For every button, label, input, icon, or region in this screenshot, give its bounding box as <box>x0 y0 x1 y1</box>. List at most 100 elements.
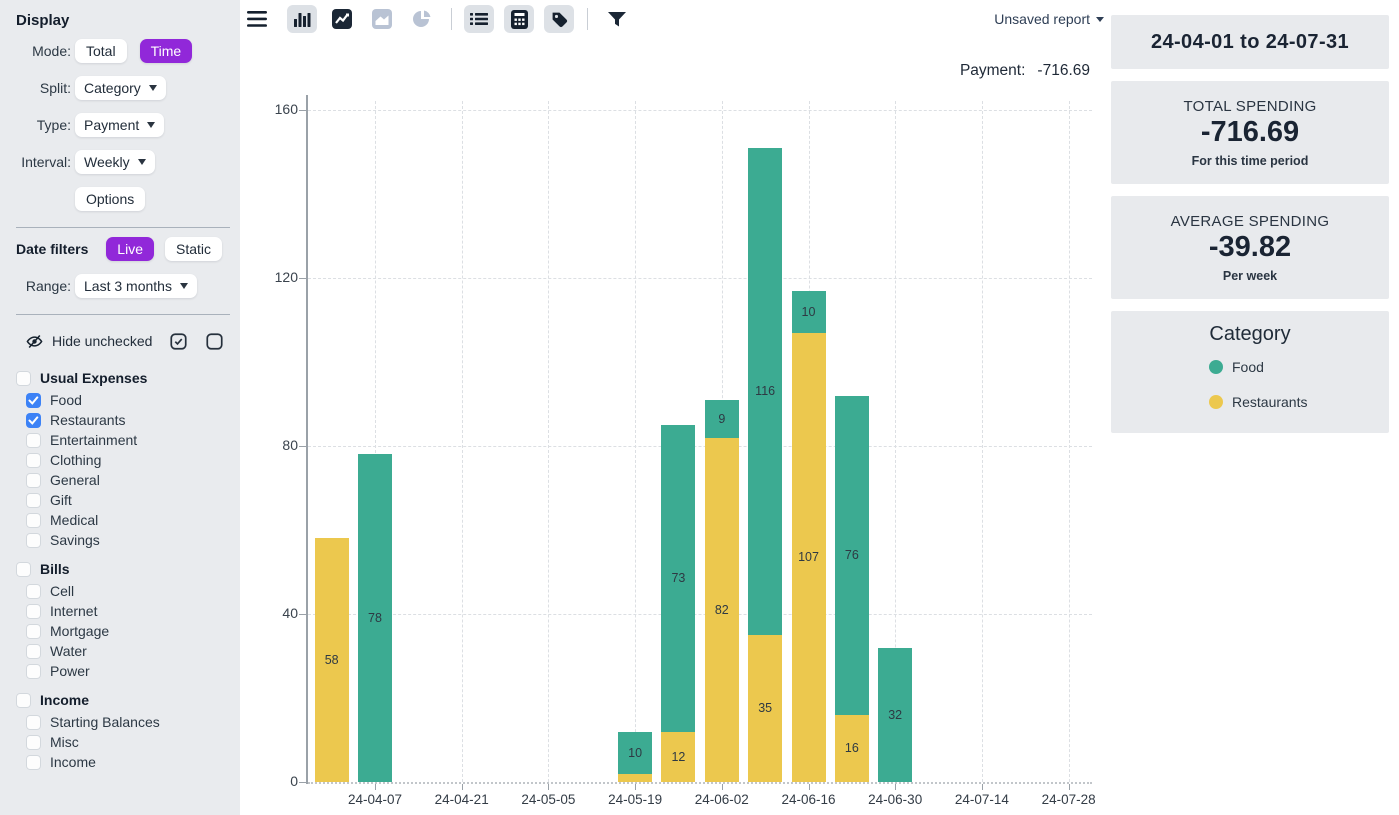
report-menu[interactable]: Unsaved report <box>994 11 1111 27</box>
category-checkbox-row[interactable]: Restaurants <box>0 410 240 430</box>
bar-stack[interactable]: 10 107 <box>792 291 826 782</box>
category-checkbox-row[interactable]: Entertainment <box>0 430 240 450</box>
list-icon[interactable] <box>464 5 494 33</box>
category-checkbox-row[interactable]: General <box>0 470 240 490</box>
range-select[interactable]: Last 3 months <box>75 274 197 298</box>
mode-total-button[interactable]: Total <box>75 39 127 63</box>
bar-chart-icon[interactable] <box>287 5 317 33</box>
type-select[interactable]: Payment <box>75 113 164 137</box>
category-checkbox-row[interactable]: Clothing <box>0 450 240 470</box>
options-button[interactable]: Options <box>75 187 145 211</box>
bar-segment-food[interactable]: 9 <box>705 400 739 438</box>
checkbox-unchecked[interactable] <box>26 584 41 599</box>
pie-chart-icon[interactable] <box>407 5 437 33</box>
category-checkbox-row[interactable]: Mortgage <box>0 621 240 641</box>
checkbox-unchecked[interactable] <box>26 493 41 508</box>
toolbar-divider <box>451 8 452 30</box>
category-checkbox-row[interactable]: Savings <box>0 530 240 550</box>
category-checkbox-row[interactable]: Water <box>0 641 240 661</box>
checkbox-unchecked[interactable] <box>16 371 31 386</box>
bar-segment-restaurants[interactable]: 82 <box>705 438 739 782</box>
checkbox-unchecked[interactable] <box>26 715 41 730</box>
range-label: Range: <box>0 278 75 294</box>
bar-segment-restaurants[interactable]: 35 <box>748 635 782 782</box>
checkbox-unchecked[interactable] <box>26 453 41 468</box>
category-group-label: Income <box>40 692 89 708</box>
split-row: Split: Category <box>0 76 240 100</box>
bar-segment-restaurants[interactable]: 58 <box>315 538 349 782</box>
category-group-row[interactable]: Income <box>0 688 240 712</box>
checkbox-unchecked[interactable] <box>26 604 41 619</box>
checkbox-checked[interactable] <box>26 393 41 408</box>
bar-stack[interactable]: 7312 <box>661 425 695 782</box>
category-checkbox-row[interactable]: Income <box>0 752 240 772</box>
checkbox-unchecked[interactable] <box>26 513 41 528</box>
y-axis-label: 80 <box>258 437 298 453</box>
checkbox-unchecked[interactable] <box>26 735 41 750</box>
bar-stack[interactable]: 58 <box>315 538 349 782</box>
toolbar-divider <box>587 8 588 30</box>
bar-stack[interactable]: 76 16 <box>835 396 869 782</box>
bar-segment-restaurants[interactable]: 12 <box>661 732 695 782</box>
category-checkbox-row[interactable]: Internet <box>0 601 240 621</box>
checkbox-unchecked[interactable] <box>16 693 31 708</box>
checkbox-unchecked[interactable] <box>16 562 31 577</box>
bar-value-label: 58 <box>325 653 339 667</box>
bar-segment-food[interactable]: 78 <box>358 454 392 782</box>
check-all-button[interactable] <box>170 333 187 350</box>
bar-segment-food[interactable]: 73 <box>661 425 695 732</box>
bar-segment-food[interactable]: 32 <box>878 648 912 782</box>
calculator-icon[interactable] <box>504 5 534 33</box>
category-checkbox-row[interactable]: Misc <box>0 732 240 752</box>
category-group-row[interactable]: Usual Expenses <box>0 366 240 390</box>
checkbox-unchecked[interactable] <box>26 433 41 448</box>
filter-icon[interactable] <box>602 5 632 33</box>
category-checkbox-row[interactable]: Starting Balances <box>0 712 240 732</box>
checkbox-checked[interactable] <box>26 413 41 428</box>
menu-icon[interactable] <box>242 5 272 33</box>
checkbox-unchecked[interactable] <box>26 644 41 659</box>
bar-segment-food[interactable]: 116 <box>748 148 782 635</box>
divider <box>16 227 230 228</box>
category-group-row[interactable]: Bills <box>0 557 240 581</box>
category-checkbox-row[interactable]: Cell <box>0 581 240 601</box>
checkbox-unchecked[interactable] <box>26 473 41 488</box>
checkbox-unchecked[interactable] <box>26 755 41 770</box>
mode-time-button[interactable]: Time <box>140 39 193 63</box>
legend-item: Food <box>1209 359 1389 375</box>
category-checkbox-row[interactable]: Medical <box>0 510 240 530</box>
bar-value-label: 76 <box>845 548 859 562</box>
date-filter-live-button[interactable]: Live <box>106 237 154 261</box>
line-chart-icon[interactable] <box>327 5 357 33</box>
legend-title: Category <box>1111 323 1389 346</box>
bar-stack[interactable]: 11635 <box>748 148 782 782</box>
bar-stack[interactable]: 32 <box>878 648 912 782</box>
chevron-down-icon <box>147 122 155 128</box>
checkbox-unchecked[interactable] <box>26 533 41 548</box>
bar-stack[interactable]: 982 <box>705 400 739 782</box>
bar-value-label: 107 <box>798 550 819 564</box>
checkbox-unchecked[interactable] <box>26 624 41 639</box>
x-axis-label: 24-06-30 <box>852 792 938 807</box>
main-area: Unsaved report Payment:-716.69 040801201… <box>240 0 1111 815</box>
average-spending-title: AVERAGE SPENDING <box>1111 213 1389 230</box>
category-checkbox-row[interactable]: Gift <box>0 490 240 510</box>
area-chart-icon[interactable] <box>367 5 397 33</box>
category-checkbox-row[interactable]: Food <box>0 390 240 410</box>
date-filter-static-button[interactable]: Static <box>165 237 222 261</box>
category-tree: Usual ExpensesFoodRestaurantsEntertainme… <box>0 366 240 772</box>
bar-segment-food[interactable]: 10 <box>792 291 826 333</box>
split-select[interactable]: Category <box>75 76 166 100</box>
bar-segment-food[interactable]: 10 <box>618 732 652 774</box>
category-checkbox-row[interactable]: Power <box>0 661 240 681</box>
bar-segment-food[interactable]: 76 <box>835 396 869 715</box>
tag-icon[interactable] <box>544 5 574 33</box>
bar-segment-restaurants[interactable]: 16 <box>835 715 869 782</box>
bar-segment-restaurants[interactable]: 107 <box>792 333 826 782</box>
checkbox-unchecked[interactable] <box>26 664 41 679</box>
uncheck-all-button[interactable] <box>206 333 223 350</box>
bar-segment-restaurants[interactable] <box>618 774 652 782</box>
bar-stack[interactable]: 78 <box>358 454 392 782</box>
bar-stack[interactable]: 10 <box>618 732 652 782</box>
interval-select[interactable]: Weekly <box>75 150 155 174</box>
